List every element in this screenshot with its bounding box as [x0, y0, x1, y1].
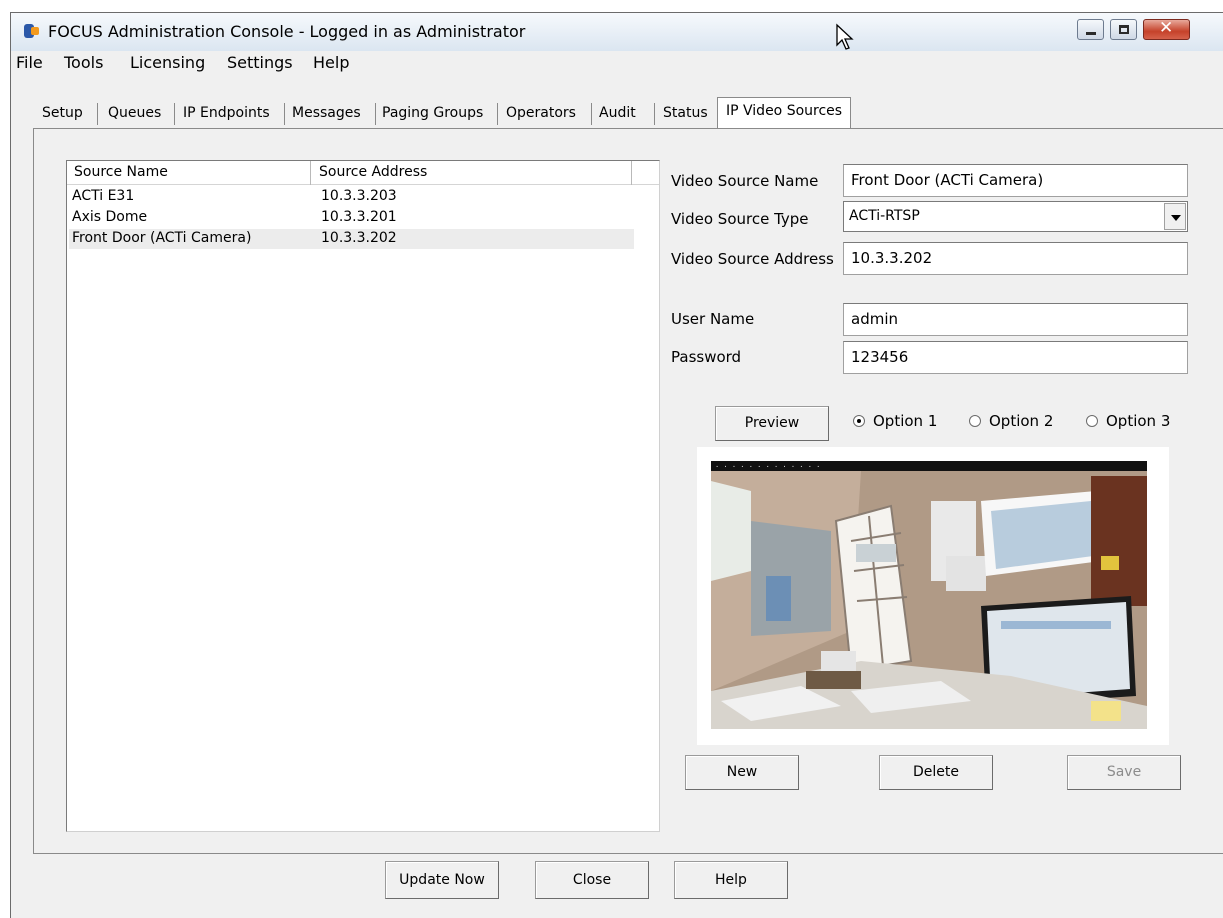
delete-button[interactable]: Delete [879, 755, 993, 790]
camera-preview-image: · · · · · · · · · · · · · [711, 461, 1147, 729]
close-window-button[interactable]: ✕ [1143, 18, 1190, 40]
tab-queues[interactable]: Queues [108, 101, 161, 126]
radio-option-1[interactable]: Option 1 [853, 412, 937, 430]
radio-label: Option 2 [989, 412, 1054, 430]
tab-operators[interactable]: Operators [506, 101, 576, 126]
radio-icon [969, 415, 981, 427]
tab-ip-endpoints[interactable]: IP Endpoints [183, 101, 270, 126]
dropdown-button[interactable] [1164, 203, 1186, 230]
radio-selected-icon [853, 415, 865, 427]
source-address: 10.3.3.202 [321, 230, 397, 246]
menu-settings[interactable]: Settings [227, 53, 293, 72]
source-address: 10.3.3.203 [321, 188, 397, 204]
menu-help[interactable]: Help [313, 53, 349, 72]
title-bar[interactable]: FOCUS Administration Console - Logged in… [11, 13, 1223, 51]
video-source-type-label: Video Source Type [671, 210, 809, 228]
column-source-address[interactable]: Source Address [319, 164, 427, 180]
source-name: ACTi E31 [72, 188, 135, 204]
user-name-field[interactable]: admin [843, 303, 1188, 336]
video-source-type-select[interactable]: ACTi-RTSP [843, 201, 1188, 232]
list-item[interactable]: ACTi E31 10.3.3.203 [69, 187, 634, 207]
video-source-name-field[interactable]: Front Door (ACTi Camera) [843, 164, 1188, 197]
svg-text:· · · · · · · · · · · · ·: · · · · · · · · · · · · · [715, 463, 820, 471]
mouse-pointer-icon [836, 23, 854, 50]
menu-licensing[interactable]: Licensing [130, 53, 205, 72]
source-address: 10.3.3.201 [321, 209, 397, 225]
video-source-address-label: Video Source Address [671, 250, 834, 268]
radio-icon [1086, 415, 1098, 427]
menu-tools[interactable]: Tools [64, 53, 103, 72]
source-name: Front Door (ACTi Camera) [72, 230, 252, 246]
tab-status[interactable]: Status [663, 101, 708, 126]
help-button[interactable]: Help [674, 861, 788, 899]
video-preview-frame: · · · · · · · · · · · · · [697, 447, 1169, 745]
video-source-list[interactable]: Source Name Source Address ACTi E31 10.3… [66, 160, 660, 832]
tab-paging-groups[interactable]: Paging Groups [382, 101, 483, 126]
minimize-button[interactable] [1077, 19, 1104, 40]
tab-ip-video-sources[interactable]: IP Video Sources [717, 97, 852, 128]
video-source-address-field[interactable]: 10.3.3.202 [843, 242, 1188, 275]
maximize-icon [1119, 25, 1129, 34]
menu-file[interactable]: File [16, 53, 43, 72]
video-source-name-label: Video Source Name [671, 172, 819, 190]
preview-button[interactable]: Preview [715, 406, 829, 441]
column-source-name[interactable]: Source Name [74, 164, 168, 180]
radio-option-3[interactable]: Option 3 [1086, 412, 1170, 430]
save-button[interactable]: Save [1067, 755, 1181, 790]
menu-bar: File Tools Licensing Settings Help [11, 51, 1223, 75]
source-name: Axis Dome [72, 209, 148, 225]
new-button[interactable]: New [685, 755, 799, 790]
chevron-down-icon [1171, 215, 1181, 221]
update-now-button[interactable]: Update Now [385, 861, 499, 899]
radio-label: Option 1 [873, 412, 938, 430]
app-icon [24, 24, 39, 38]
tab-audit[interactable]: Audit [599, 101, 636, 126]
close-button[interactable]: Close [535, 861, 649, 899]
maximize-button[interactable] [1110, 19, 1137, 40]
close-icon: ✕ [1159, 18, 1174, 38]
minimize-icon [1086, 32, 1096, 35]
list-header: Source Name Source Address [67, 161, 659, 185]
list-item[interactable]: Axis Dome 10.3.3.201 [69, 208, 634, 228]
tab-setup[interactable]: Setup [42, 101, 83, 126]
tab-messages[interactable]: Messages [292, 101, 361, 126]
radio-option-2[interactable]: Option 2 [969, 412, 1053, 430]
window-title: FOCUS Administration Console - Logged in… [48, 22, 526, 41]
user-name-label: User Name [671, 310, 755, 328]
password-field[interactable]: 123456 [843, 341, 1188, 374]
password-label: Password [671, 348, 742, 366]
main-window: FOCUS Administration Console - Logged in… [10, 12, 1223, 918]
video-source-type-value: ACTi-RTSP [849, 208, 920, 224]
radio-label: Option 3 [1106, 412, 1171, 430]
list-item-selected[interactable]: Front Door (ACTi Camera) 10.3.3.202 [69, 229, 634, 249]
